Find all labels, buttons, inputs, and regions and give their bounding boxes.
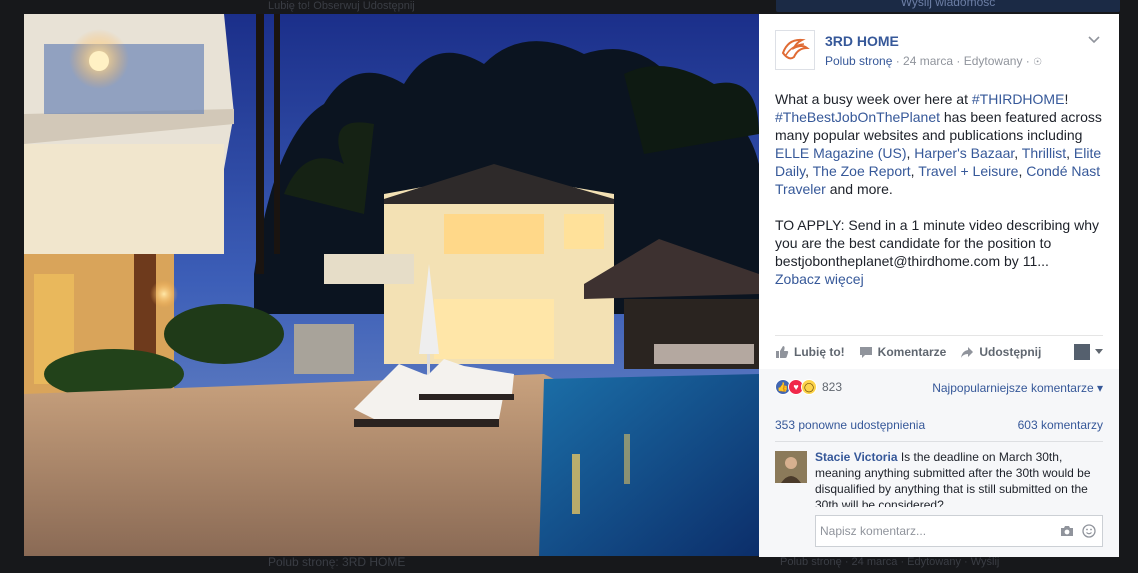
wow-reaction-icon: ◯ [801,379,817,395]
reactions-section: 👍 ♥ ◯ 823 Najpopularniejsze komentarze ▾… [759,369,1119,557]
post-actions: Lubię to! Komentarze Udostępnij [775,335,1103,367]
link-travel-leisure[interactable]: Travel + Leisure [918,163,1018,179]
divider [775,441,1103,442]
post-paragraph-2: TO APPLY: Send in a 1 minute video descr… [775,217,1100,287]
comment-input[interactable] [816,516,1036,546]
caret-down-icon [1095,349,1103,354]
avatar [1074,343,1090,360]
background-footer-meta: Polub stronę · 24 marca · Edytowany · Wy… [780,556,1000,568]
link-thrillist[interactable]: Thrillist [1022,145,1066,161]
emoji-icon[interactable] [1082,524,1096,543]
camera-icon[interactable] [1060,524,1074,543]
like-page-link[interactable]: Polub stronę [825,54,892,68]
globe-icon: ☉ [1033,57,1043,68]
chevron-down-icon[interactable] [1087,34,1101,44]
person-photo-icon [775,451,807,483]
comment-button[interactable]: Komentarze [859,345,946,359]
post-paragraph-1: What a busy week over here at #THIRDHOME… [775,91,1102,197]
link-zoe-report[interactable]: The Zoe Report [813,163,911,179]
page-name[interactable]: 3RD HOME [825,33,899,49]
page-logo[interactable] [775,30,815,70]
comment-body: Stacie Victoria Is the deadline on March… [815,449,1105,507]
comment-author[interactable]: Stacie Victoria [815,450,898,464]
link-elle[interactable]: ELLE Magazine (US) [775,145,907,161]
background-footer-text: Polub stronę: 3RD HOME [268,555,406,569]
reaction-summary[interactable]: 👍 ♥ ◯ 823 [775,379,842,395]
comment-icon [859,346,872,358]
comments-count[interactable]: 603 komentarzy [1018,418,1103,432]
post-text: What a busy week over here at #THIRDHOME… [775,90,1105,288]
hashtag-bestjob[interactable]: #TheBestJobOnThePlanet [775,109,940,125]
3rd-home-logo [781,38,810,60]
see-more-link[interactable]: Zobacz więcej [775,271,864,287]
post-side-panel: 3RD HOME Polub stronę · 24 marca · Edyto… [759,14,1119,557]
share-as-selector[interactable] [1074,343,1103,360]
post-photo[interactable] [24,14,759,556]
share-button[interactable]: Udostępnij [960,345,1041,359]
send-message-button[interactable]: Wyślij wiadomość [776,0,1120,12]
link-harpers[interactable]: Harper's Bazaar [914,145,1014,161]
comment-sort-dropdown[interactable]: Najpopularniejsze komentarze ▾ [932,381,1103,395]
comment-input-icons [1052,524,1096,543]
share-icon [961,346,974,358]
like-button[interactable]: Lubię to! [775,345,845,359]
reaction-count: 823 [822,380,843,394]
post-date: · 24 marca · Edytowany · [892,54,1034,68]
post-meta: Polub stronę · 24 marca · Edytowany · ☉ [825,54,1042,68]
villa-pool-photo [24,14,759,556]
background-actions: Lubię to! Obserwuj Udostępnij [268,0,415,12]
thumbs-up-icon [776,345,789,358]
shares-count[interactable]: 353 ponowne udostępnienia [775,418,925,432]
hashtag-thirdhome[interactable]: #THIRDHOME [972,91,1065,107]
comment-input-box[interactable] [815,515,1103,547]
commenter-avatar[interactable] [775,451,807,483]
